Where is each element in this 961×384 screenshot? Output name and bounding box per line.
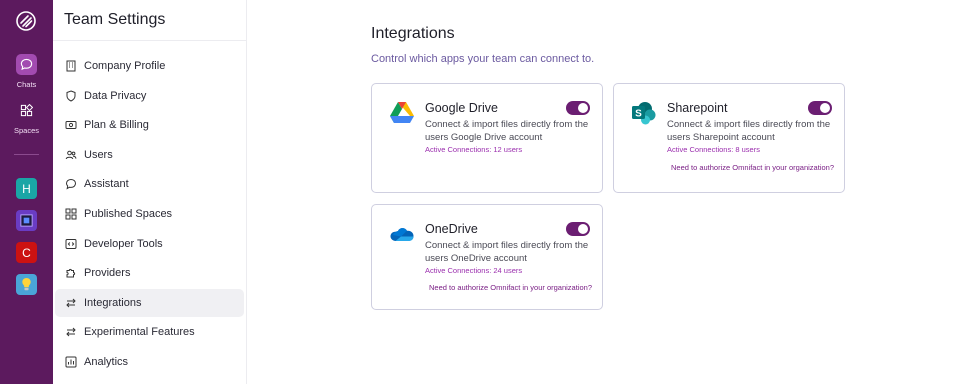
shield-icon [66, 90, 76, 102]
active-connections: Active Connections: 12 users [425, 145, 523, 154]
main-content: Integrations Control which apps your tea… [247, 0, 961, 384]
nav-label: Analytics [84, 355, 129, 368]
app-rail: Chats Spaces H C [0, 0, 53, 384]
integration-name: OneDrive [425, 222, 478, 236]
onedrive-toggle[interactable] [566, 222, 590, 236]
integration-card-sharepoint: S Sharepoint Connect & import files dire… [613, 83, 845, 193]
active-connections: Active Connections: 8 users [667, 145, 760, 154]
integration-description: Connect & import files directly from the… [425, 119, 589, 143]
settings-sidebar: Team Settings Company Profile Data Priva… [53, 0, 247, 384]
rail-divider [14, 154, 39, 155]
nav-label: Data Privacy [84, 89, 147, 102]
nav-item-integrations[interactable]: Integrations [55, 288, 244, 317]
chart-icon [65, 356, 77, 368]
nav-item-published-spaces[interactable]: Published Spaces [55, 200, 244, 228]
page-title: Integrations [371, 25, 455, 42]
spaces-button[interactable] [16, 100, 37, 121]
google-drive-toggle[interactable] [566, 101, 590, 115]
nav-item-analytics[interactable]: Analytics [55, 348, 244, 376]
nav-item-providers[interactable]: Providers [55, 259, 244, 287]
code-icon [65, 238, 77, 249]
space-c[interactable]: C [16, 242, 37, 263]
nav-item-company-profile[interactable]: Company Profile [55, 52, 244, 80]
integration-card-google-drive: Google Drive Connect & import files dire… [371, 83, 603, 193]
svg-text:S: S [635, 109, 642, 120]
spaces-icon [65, 208, 77, 220]
nav-label: Integrations [84, 296, 142, 309]
nav-label: Company Profile [84, 60, 166, 72]
chats-label: Chats [16, 80, 37, 89]
nav-item-data-privacy[interactable]: Data Privacy [55, 82, 244, 110]
chat-icon [65, 179, 77, 190]
chat-bubble-icon [20, 58, 33, 71]
spaces-label: Spaces [13, 126, 40, 135]
sharepoint-icon: S [632, 102, 656, 125]
nav-label: Assistant [84, 178, 129, 191]
spaces-grid-icon [20, 104, 33, 117]
puzzle-icon [66, 269, 76, 278]
integration-description: Connect & import files directly from the… [425, 240, 589, 264]
nav-item-plan-billing[interactable]: Plan & Billing [55, 111, 244, 139]
chip-icon [20, 214, 33, 227]
active-connections: Active Connections: 24 users [425, 266, 523, 275]
space-chip[interactable] [16, 210, 37, 231]
nav-label: Providers [84, 267, 131, 280]
arrows-icon [66, 298, 76, 308]
nav-label: Users [84, 148, 113, 161]
page-subtitle: Control which apps your team can connect… [371, 53, 595, 65]
nav-label: Published Spaces [84, 207, 173, 220]
authorize-link[interactable]: Need to authorize Omnifact in your organ… [429, 283, 592, 292]
chats-button[interactable] [16, 54, 37, 75]
sidebar-title: Team Settings [53, 0, 246, 41]
integration-card-onedrive: OneDrive Connect & import files directly… [371, 204, 603, 310]
space-h[interactable]: H [16, 178, 37, 199]
nav-item-experimental-features[interactable]: Experimental Features [55, 318, 244, 346]
nav-label: Plan & Billing [84, 119, 149, 132]
integration-name: Google Drive [425, 101, 498, 115]
integration-name: Sharepoint [667, 101, 728, 115]
nav-item-assistant[interactable]: Assistant [55, 170, 244, 198]
app-logo-icon[interactable] [15, 10, 37, 32]
space-lightbulb[interactable] [16, 274, 37, 295]
onedrive-icon [390, 228, 414, 241]
nav-item-developer-tools[interactable]: Developer Tools [55, 230, 244, 258]
building-icon [66, 60, 76, 72]
google-drive-icon [390, 102, 414, 123]
nav-label: Experimental Features [84, 326, 195, 339]
nav-label: Developer Tools [84, 237, 163, 250]
lightbulb-icon [22, 278, 31, 291]
app-window: Chats Spaces H C Team Settings Company P… [0, 0, 961, 384]
billing-icon [65, 121, 77, 130]
users-icon [65, 150, 77, 159]
nav-item-users[interactable]: Users [55, 141, 244, 169]
integration-description: Connect & import files directly from the… [667, 119, 831, 143]
arrows-icon [66, 327, 76, 337]
settings-nav: Company Profile Data Privacy Plan & Bill… [55, 52, 244, 378]
sharepoint-toggle[interactable] [808, 101, 832, 115]
authorize-link[interactable]: Need to authorize Omnifact in your organ… [671, 163, 834, 172]
